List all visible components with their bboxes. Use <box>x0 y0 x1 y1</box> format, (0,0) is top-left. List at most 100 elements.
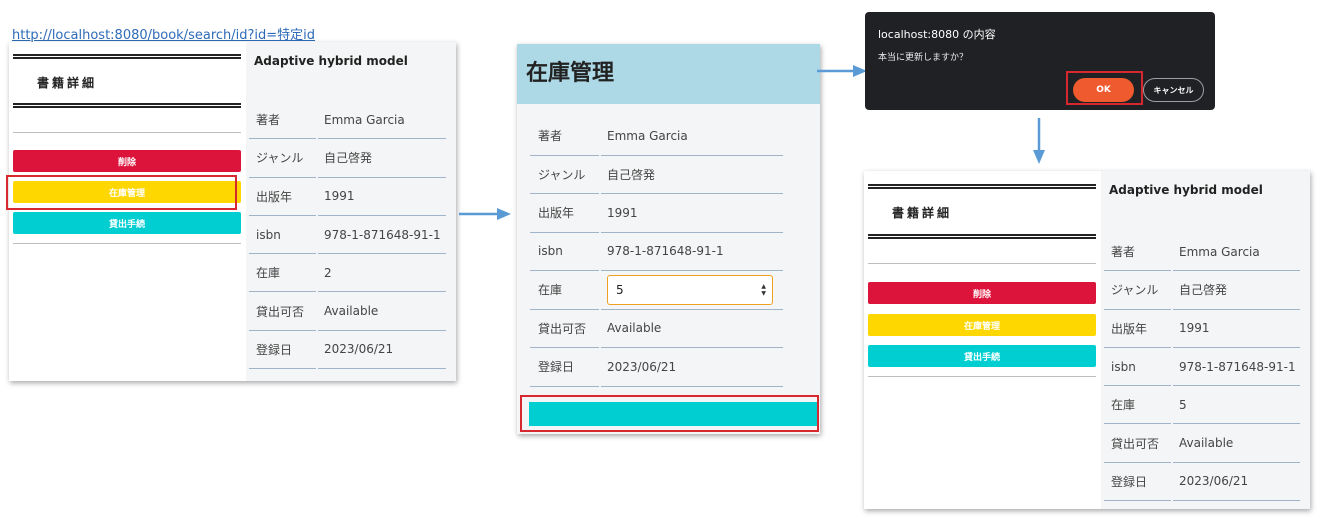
dialog-title: localhost:8080 の内容 <box>878 28 996 41</box>
table-row: isbn 978-1-871648-91-1 <box>530 233 783 271</box>
table-row: 在庫 2 <box>249 254 446 293</box>
divider <box>13 54 241 59</box>
inventory-button[interactable]: 在庫管理 <box>868 314 1096 336</box>
table-row: 貸出可否 Available <box>249 292 446 331</box>
info-table: 著者 Emma Garcia ジャンル 自己啓発 出版年 1991 isbn 978-1… <box>1104 233 1300 502</box>
row-label: 出版年 <box>249 178 316 216</box>
row-value: 1991 <box>1173 310 1300 348</box>
table-row: 出版年 1991 <box>249 178 446 216</box>
book-title: Adaptive hybrid model <box>254 54 408 68</box>
row-label: 著者 <box>1104 233 1171 272</box>
table-row: isbn 978-1-871648-91-1 <box>1104 348 1300 387</box>
row-value: 自己啓発 <box>1173 271 1300 310</box>
stock-number-input[interactable]: 5 ▲ ▼ <box>607 274 773 305</box>
table-row: ジャンル 自己啓発 <box>249 139 446 178</box>
row-label: isbn <box>530 233 599 271</box>
table-row: 貸出可否 Available <box>1104 424 1300 463</box>
info-table: 著者 Emma Garcia ジャンル 自己啓発 出版年 1991 isbn 978-1… <box>249 101 446 370</box>
arrow-right-icon <box>817 65 867 77</box>
row-label: ジャンル <box>1104 271 1171 310</box>
row-label: ジャンル <box>249 139 316 178</box>
table-row: 在庫 5 ▲ ▼ <box>530 271 783 310</box>
sidebar-title: 書籍詳細 <box>892 206 953 220</box>
spin-down-icon[interactable]: ▼ <box>761 290 766 297</box>
row-value: 2 <box>318 254 446 293</box>
arrow-down-icon <box>1033 118 1045 164</box>
inventory-header: 在庫管理 <box>517 44 820 104</box>
row-value: Emma Garcia <box>1173 233 1300 272</box>
divider <box>868 184 1096 189</box>
inventory-table: 著者 Emma Garcia ジャンル 自己啓発 出版年 1991 isbn 978-1… <box>530 117 783 387</box>
row-label: 登録日 <box>249 331 316 370</box>
table-row: 在庫 5 <box>1104 386 1300 425</box>
row-value-cell: 5 ▲ ▼ <box>601 271 783 310</box>
divider <box>868 376 1096 377</box>
delete-button[interactable]: 削除 <box>13 150 241 172</box>
table-row: 出版年 1991 <box>530 194 783 233</box>
spinner-icon[interactable]: ▲ ▼ <box>761 283 766 297</box>
row-value: 1991 <box>601 194 783 233</box>
confirm-dialog: localhost:8080 の内容 本当に更新しますか？ OK キャンセル <box>865 12 1215 110</box>
table-row: 登録日 2023/06/21 <box>530 348 783 387</box>
table-row: 著者 Emma Garcia <box>249 101 446 140</box>
row-value: 978-1-871648-91-1 <box>1173 348 1300 387</box>
inventory-panel: 在庫管理 著者 Emma Garcia ジャンル 自己啓発 出版年 1991 isbn… <box>517 44 820 434</box>
divider <box>868 263 1096 264</box>
sidebar-title: 書籍詳細 <box>37 76 98 90</box>
row-value: 自己啓発 <box>318 139 446 178</box>
row-value: Available <box>318 292 446 331</box>
row-value: 1991 <box>318 178 446 216</box>
book-detail-panel-before: 書籍詳細 削除 在庫管理 貸出手続 Adaptive hybrid model … <box>9 42 456 381</box>
row-value: 2023/06/21 <box>1173 463 1300 502</box>
divider <box>13 132 241 133</box>
url-link[interactable]: http://localhost:8080/book/search/id?id=… <box>12 24 315 43</box>
row-value: Emma Garcia <box>318 101 446 140</box>
book-title: Adaptive hybrid model <box>1109 183 1263 197</box>
table-row: 出版年 1991 <box>1104 310 1300 348</box>
divider <box>13 103 241 108</box>
row-label: 貸出可否 <box>249 292 316 331</box>
row-value: 978-1-871648-91-1 <box>318 216 446 255</box>
row-value: 自己啓発 <box>601 156 783 194</box>
row-label: 著者 <box>530 117 599 156</box>
inventory-button[interactable]: 在庫管理 <box>13 181 241 203</box>
cancel-button[interactable]: キャンセル <box>1143 78 1204 102</box>
row-value: 2023/06/21 <box>601 348 783 387</box>
book-info: Adaptive hybrid model 著者 Emma Garcia ジャンル… <box>1101 171 1310 509</box>
lend-button[interactable]: 貸出手続 <box>868 345 1096 367</box>
book-info: Adaptive hybrid model 著者 Emma Garcia ジャンル… <box>246 42 456 381</box>
row-label: 貸出可否 <box>530 310 599 348</box>
spin-up-icon[interactable]: ▲ <box>761 283 766 290</box>
row-value: Available <box>601 310 783 348</box>
row-label: 著者 <box>249 101 316 140</box>
row-value: Emma Garcia <box>601 117 783 156</box>
row-value: Available <box>1173 424 1300 463</box>
table-row: ジャンル 自己啓発 <box>1104 271 1300 310</box>
table-row: 登録日 2023/06/21 <box>249 331 446 370</box>
row-label: 登録日 <box>1104 463 1171 502</box>
table-row: 貸出可否 Available <box>530 310 783 348</box>
row-label: 貸出可否 <box>1104 424 1171 463</box>
book-detail-panel-after: 書籍詳細 削除 在庫管理 貸出手続 Adaptive hybrid model … <box>864 171 1310 509</box>
arrow-right-icon <box>459 208 511 220</box>
row-label: isbn <box>1104 348 1171 387</box>
table-row: isbn 978-1-871648-91-1 <box>249 216 446 255</box>
update-button[interactable] <box>529 402 819 426</box>
row-label: 在庫 <box>249 254 316 293</box>
table-row: 登録日 2023/06/21 <box>1104 463 1300 502</box>
sidebar: 書籍詳細 削除 在庫管理 貸出手続 <box>864 171 1101 509</box>
row-label: isbn <box>249 216 316 255</box>
sidebar: 書籍詳細 削除 在庫管理 貸出手続 <box>9 42 246 381</box>
divider <box>13 243 241 244</box>
row-label: 在庫 <box>530 271 599 310</box>
lend-button[interactable]: 貸出手続 <box>13 212 241 234</box>
delete-button[interactable]: 削除 <box>868 282 1096 304</box>
inventory-title: 在庫管理 <box>526 61 615 86</box>
row-value: 2023/06/21 <box>318 331 446 370</box>
row-value: 978-1-871648-91-1 <box>601 233 783 271</box>
table-row: ジャンル 自己啓発 <box>530 156 783 194</box>
ok-button[interactable]: OK <box>1073 78 1134 102</box>
stock-value: 5 <box>616 282 624 297</box>
divider <box>868 234 1096 239</box>
row-value: 5 <box>1173 386 1300 425</box>
